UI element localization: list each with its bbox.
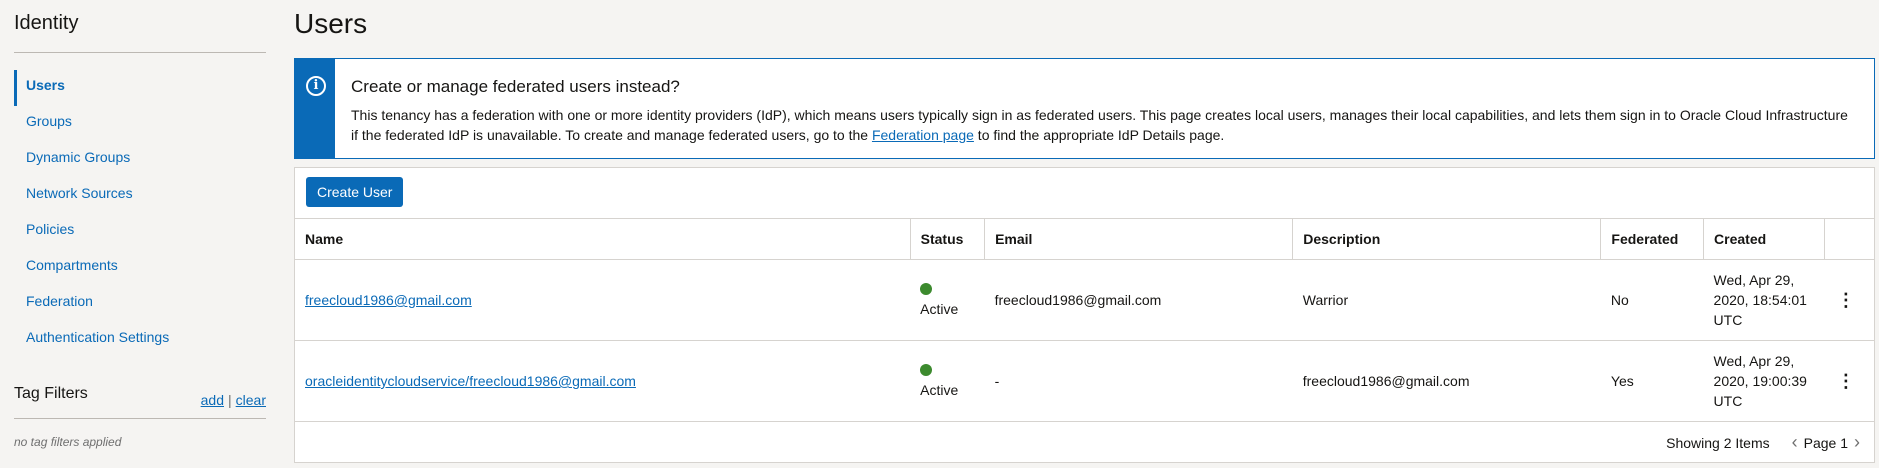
banner-icon-strip: i — [295, 59, 335, 158]
showing-count: Showing 2 Items — [1666, 434, 1770, 451]
sidebar-item-users[interactable]: Users — [14, 70, 266, 106]
sidebar: Identity Users Groups Dynamic Groups Net… — [0, 0, 280, 468]
banner-title: Create or manage federated users instead… — [351, 77, 680, 96]
column-header-federated[interactable]: Federated — [1600, 218, 1705, 260]
page-title: Users — [294, 8, 368, 39]
sidebar-item-authentication-settings[interactable]: Authentication Settings — [14, 322, 266, 358]
sidebar-item-groups[interactable]: Groups — [14, 106, 266, 142]
cell-email: - — [984, 340, 1293, 422]
cell-federated: No — [1600, 259, 1704, 341]
created-line: Wed, Apr 29, — [1713, 353, 1795, 369]
table-row: freecloud1986@gmail.com Active freecloud… — [295, 259, 1874, 341]
column-header-status[interactable]: Status — [910, 218, 986, 260]
table-header-row: Name Status Email Description Federated … — [295, 218, 1874, 260]
user-name-link[interactable]: freecloud1986@gmail.com — [305, 292, 472, 308]
cell-email: freecloud1986@gmail.com — [984, 259, 1293, 341]
table-row: oracleidentitycloudservice/freecloud1986… — [295, 340, 1874, 422]
banner-text: This tenancy has a federation with one o… — [351, 105, 1851, 145]
page-indicator: Page 1 — [1803, 434, 1848, 451]
sidebar-title: Identity — [14, 12, 79, 34]
cell-name: oracleidentitycloudservice/freecloud1986… — [295, 340, 911, 422]
table-footer: Showing 2 Items ‹ Page 1 › — [1666, 432, 1860, 453]
created-line: 2020, 18:54:01 — [1713, 292, 1807, 308]
tag-filters-actions: add | clear — [201, 392, 266, 408]
info-icon: i — [306, 76, 326, 96]
kebab-menu-icon[interactable]: ⋮ — [1835, 290, 1857, 311]
tag-filters-separator: | — [228, 392, 232, 408]
cell-created: Wed, Apr 29, 2020, 19:00:39 UTC — [1703, 340, 1825, 422]
tag-filters-empty-text: no tag filters applied — [14, 435, 122, 449]
sidebar-item-network-sources[interactable]: Network Sources — [14, 178, 266, 214]
tag-filters-divider — [14, 418, 266, 419]
created-line: 2020, 19:00:39 — [1713, 373, 1807, 389]
column-header-created[interactable]: Created — [1703, 218, 1826, 260]
sidebar-item-dynamic-groups[interactable]: Dynamic Groups — [14, 142, 266, 178]
cell-actions: ⋮ — [1824, 340, 1874, 422]
info-banner: i Create or manage federated users inste… — [294, 58, 1875, 159]
sidebar-item-policies[interactable]: Policies — [14, 214, 266, 250]
cell-federated: Yes — [1600, 340, 1704, 422]
sidebar-item-federation[interactable]: Federation — [14, 286, 266, 322]
users-table: Name Status Email Description Federated … — [295, 218, 1874, 422]
column-header-email[interactable]: Email — [984, 218, 1294, 260]
tag-filters-title: Tag Filters — [14, 385, 88, 402]
status-text: Active — [920, 301, 959, 317]
users-panel: Create User Name Status Email Descriptio… — [294, 167, 1875, 463]
chevron-right-icon[interactable]: › — [1854, 432, 1860, 453]
status-text: Active — [920, 382, 959, 398]
column-header-description[interactable]: Description — [1292, 218, 1602, 260]
status-active-icon — [920, 364, 933, 376]
cell-actions: ⋮ — [1824, 259, 1874, 341]
tag-filters-clear-link[interactable]: clear — [236, 392, 266, 408]
federation-page-link[interactable]: Federation page — [872, 127, 974, 143]
created-line: UTC — [1713, 393, 1743, 409]
cell-name: freecloud1986@gmail.com — [295, 259, 911, 341]
column-header-name[interactable]: Name — [295, 218, 911, 260]
cell-status: Active — [910, 259, 985, 341]
cell-created: Wed, Apr 29, 2020, 18:54:01 UTC — [1703, 259, 1825, 341]
sidebar-nav: Users Groups Dynamic Groups Network Sour… — [14, 70, 266, 358]
cell-description: Warrior — [1292, 259, 1601, 341]
banner-text-end: to find the appropriate IdP Details page… — [973, 127, 1225, 143]
user-name-link[interactable]: oracleidentitycloudservice/freecloud1986… — [305, 373, 636, 389]
created-line: Wed, Apr 29, — [1713, 272, 1795, 288]
cell-status: Active — [910, 340, 985, 422]
cell-description: freecloud1986@gmail.com — [1292, 340, 1601, 422]
sidebar-item-compartments[interactable]: Compartments — [14, 250, 266, 286]
tag-filters-add-link[interactable]: add — [201, 392, 224, 408]
pagination: ‹ Page 1 › — [1792, 432, 1860, 453]
create-user-button[interactable]: Create User — [306, 177, 404, 207]
kebab-menu-icon[interactable]: ⋮ — [1835, 371, 1857, 392]
column-header-actions — [1824, 218, 1874, 260]
sidebar-divider — [14, 52, 266, 53]
status-active-icon — [920, 283, 933, 295]
chevron-left-icon[interactable]: ‹ — [1792, 432, 1798, 453]
created-line: UTC — [1713, 312, 1743, 328]
